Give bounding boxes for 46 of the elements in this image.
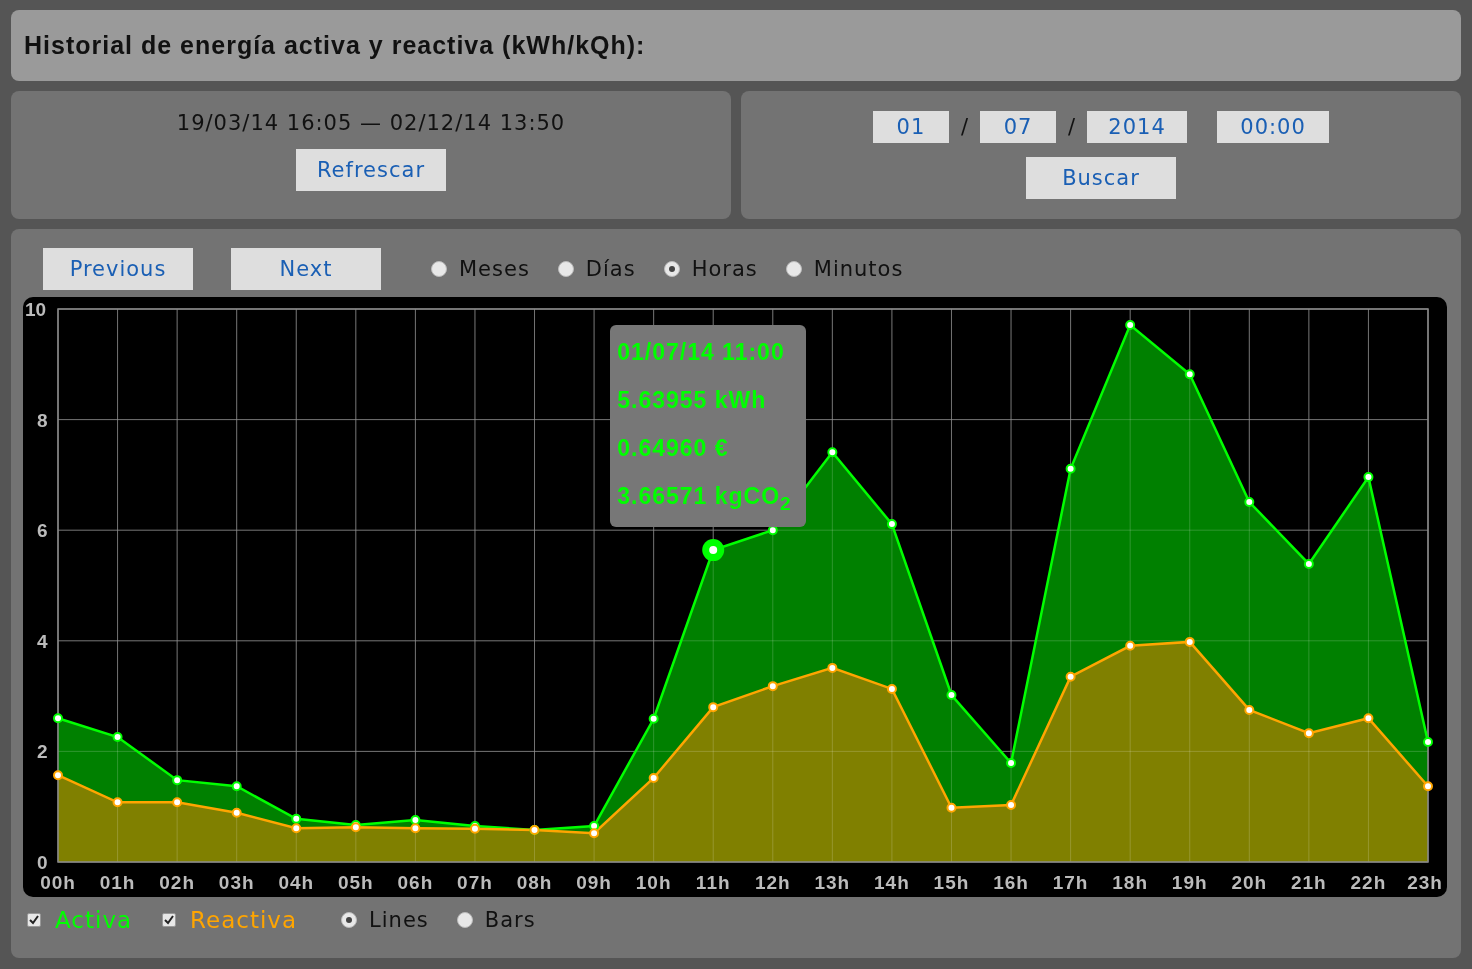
x-axis-label: 21h bbox=[1291, 872, 1327, 893]
y-axis-label: 0 bbox=[37, 852, 48, 873]
radio-label: Meses bbox=[459, 257, 530, 281]
x-axis-label: 19h bbox=[1171, 872, 1208, 893]
x-axis-label: 00h bbox=[40, 872, 76, 893]
radio-label: Días bbox=[585, 257, 636, 281]
y-axis-label: 8 bbox=[37, 409, 48, 431]
date-separator: / bbox=[960, 115, 968, 139]
x-axis-label: 06h bbox=[397, 872, 434, 893]
x-axis-label: 04h bbox=[278, 872, 315, 893]
x-axis-label: 08h bbox=[516, 872, 553, 893]
y-axis-label: 6 bbox=[37, 520, 48, 542]
radio-label: Minutos bbox=[813, 257, 904, 281]
x-axis-label: 16h bbox=[993, 872, 1029, 893]
x-axis-label: 02h bbox=[159, 872, 195, 893]
y-axis-label: 10 bbox=[25, 299, 47, 320]
radio-label: Bars bbox=[484, 908, 536, 932]
x-axis-label: 23h bbox=[1407, 872, 1443, 893]
x-axis-label: 12h bbox=[754, 872, 791, 893]
x-axis-label: 01h bbox=[99, 872, 136, 893]
radio-label: Horas bbox=[691, 257, 758, 281]
date-range: 19/03/14 16:05 — 02/12/14 13:50 bbox=[176, 111, 566, 135]
x-axis-label: 20h bbox=[1231, 872, 1268, 893]
legend-label: Activa bbox=[55, 907, 133, 933]
radio-label: Lines bbox=[369, 908, 429, 932]
x-axis-label: 17h bbox=[1052, 872, 1089, 893]
y-axis-label: 2 bbox=[37, 741, 48, 763]
x-axis-label: 05h bbox=[337, 872, 374, 893]
x-axis-label: 07h bbox=[457, 872, 493, 893]
tooltip-text: 0.64960 € bbox=[617, 435, 730, 461]
date-separator: / bbox=[1068, 115, 1076, 139]
y-axis-label: 4 bbox=[37, 630, 48, 652]
legend-label: Reactiva bbox=[190, 907, 298, 933]
tooltip-text: 01/07/14 11:00 bbox=[617, 339, 786, 365]
tooltip-text: 5.63955 kWh bbox=[617, 387, 768, 413]
x-axis-label: 13h bbox=[814, 872, 851, 893]
x-axis-label: 11h bbox=[695, 872, 731, 893]
x-axis-label: 14h bbox=[874, 872, 910, 893]
tooltip-text: 3.66571 kgCO$_{2}$ bbox=[617, 483, 792, 516]
page-title: Historial de energía activa y reactiva (kWh/kQh): bbox=[24, 31, 646, 60]
x-axis-label: 09h bbox=[576, 872, 612, 893]
x-axis-label: 03h bbox=[218, 872, 255, 893]
x-axis-label: 22h bbox=[1350, 872, 1387, 893]
x-axis-label: 10h bbox=[635, 872, 672, 893]
x-axis-label: 18h bbox=[1112, 872, 1149, 893]
x-axis-label: 15h bbox=[933, 872, 970, 893]
